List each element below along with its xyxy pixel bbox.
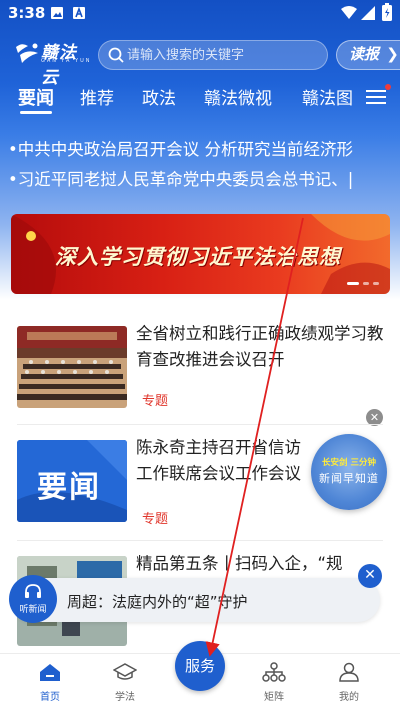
nav-profile[interactable]: 我的: [319, 662, 379, 703]
news-thumbnail: 要闻: [17, 440, 127, 522]
float-badge-brand: 长安剑 三分钟: [322, 458, 376, 468]
menu-icon[interactable]: [366, 88, 386, 106]
wifi-icon: [341, 6, 357, 19]
ticker-item[interactable]: •中共中央政治局召开会议 分析研究当前经济形: [8, 136, 400, 160]
float-badge-label: 新闻早知道: [319, 472, 379, 485]
image-icon: [51, 7, 63, 19]
signal-icon: [361, 6, 375, 20]
tab-politics-law[interactable]: 政法: [142, 84, 176, 109]
active-tab-indicator: [20, 111, 52, 114]
person-icon: [339, 662, 359, 682]
divider: [17, 424, 383, 425]
graduation-cap-icon: [112, 663, 138, 680]
thumbnail-text: 要闻: [37, 470, 101, 505]
divider: [17, 540, 383, 541]
carousel-indicator: [347, 282, 387, 286]
service-label: 服务: [184, 657, 215, 675]
nav-label: 学法: [115, 692, 135, 703]
audio-title: 周超：法庭内外的“超”守护: [67, 593, 248, 611]
close-icon: ✕: [364, 567, 376, 583]
logo-subtext: GAN FA YUN: [41, 58, 92, 64]
nav-label: 我的: [339, 692, 359, 703]
top-bar: 赣法云 GAN FA YUN 读报 ❯: [0, 34, 400, 88]
ticker-item[interactable]: •习近平同老挝人民革命党中央委员会总书记、|: [8, 166, 400, 190]
news-title: 陈永奇主持召开省信访工作联席会议工作会议: [136, 438, 301, 483]
home-icon: [40, 664, 60, 681]
nav-matrix[interactable]: 矩阵: [244, 662, 304, 703]
chevron-right-icon: ❯: [386, 45, 399, 63]
service-button[interactable]: 服务: [175, 641, 225, 691]
search-input[interactable]: [127, 41, 322, 69]
close-icon: ✕: [369, 411, 380, 424]
news-item[interactable]: 全省树立和践行正确政绩观学习教育查改推进会议召开 专题: [17, 324, 384, 416]
logo-mark-icon: [16, 43, 38, 63]
nav-learn-law[interactable]: 学法: [95, 662, 155, 703]
news-title: 全省树立和践行正确政绩观学习教育查改推进会议召开: [136, 324, 384, 369]
close-audio-button[interactable]: ✕: [358, 564, 382, 588]
news-briefing-float[interactable]: 长安剑 三分钟 新闻早知道: [311, 434, 387, 510]
nav-home[interactable]: 首页: [20, 662, 80, 703]
status-time: 3:38: [8, 4, 46, 22]
listen-news-label: 听新闻: [19, 605, 47, 615]
tab-headlines[interactable]: 要闻: [18, 84, 54, 110]
network-icon: [262, 662, 286, 682]
read-newspaper-button[interactable]: 读报 ❯: [336, 40, 400, 70]
banner-title: 深入学习贯彻习近平法治思想: [55, 245, 341, 269]
read-newspaper-label: 读报: [349, 45, 380, 63]
news-tag: 专题: [142, 512, 169, 527]
battery-icon: [382, 3, 392, 21]
status-bar: 3:38: [0, 0, 400, 28]
headphones-icon: [25, 584, 41, 598]
search-bar[interactable]: [98, 40, 328, 70]
news-tag: 专题: [142, 394, 169, 409]
category-tabs: 要闻 推荐 政法 赣法微视 赣法图: [0, 84, 400, 116]
news-thumbnail: [17, 326, 127, 408]
nav-label: 首页: [40, 692, 60, 703]
tab-recommended[interactable]: 推荐: [80, 84, 114, 109]
banner-carousel[interactable]: 深入学习贯彻习近平法治思想: [11, 214, 390, 294]
listen-news-button[interactable]: 听新闻: [9, 575, 57, 623]
headline-ticker: •中共中央政治局召开会议 分析研究当前经济形 •习近平同老挝人民革命党中央委员会…: [0, 132, 400, 192]
notification-dot: [385, 84, 391, 90]
tab-micro-video[interactable]: 赣法微视: [204, 84, 272, 109]
app-logo[interactable]: 赣法云 GAN FA YUN: [14, 38, 94, 88]
app-notification-icon: [73, 6, 85, 19]
search-icon: [108, 47, 124, 63]
nav-label: 矩阵: [264, 692, 284, 703]
tab-pictures[interactable]: 赣法图: [302, 84, 353, 109]
